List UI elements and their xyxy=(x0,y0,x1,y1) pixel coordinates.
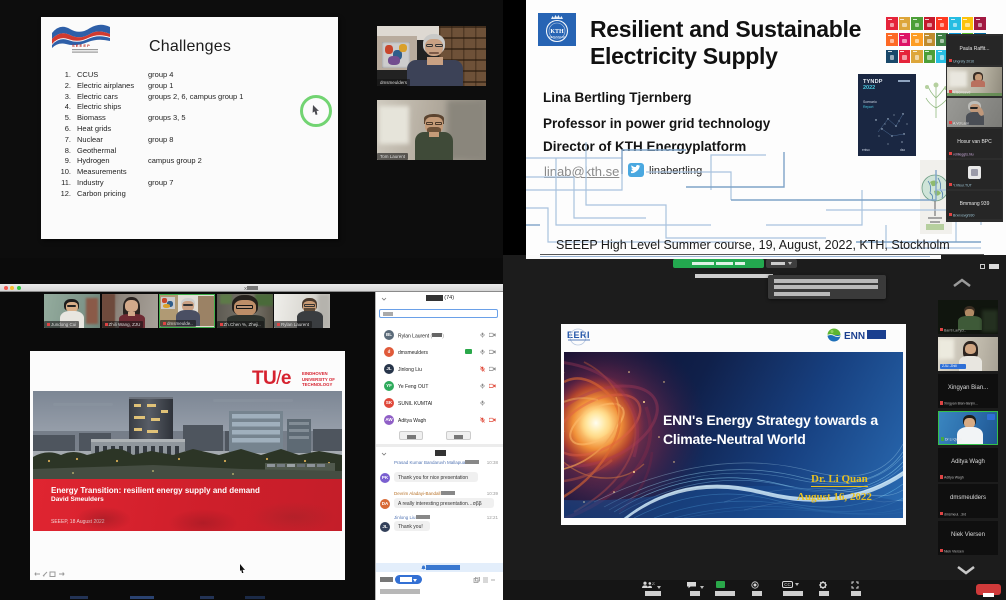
svg-text:KTH: KTH xyxy=(550,29,564,35)
svg-text:VETENSKAP: VETENSKAP xyxy=(549,35,565,39)
svg-text:27: 27 xyxy=(652,582,655,586)
svg-text:S E E E P: S E E E P xyxy=(72,43,90,48)
